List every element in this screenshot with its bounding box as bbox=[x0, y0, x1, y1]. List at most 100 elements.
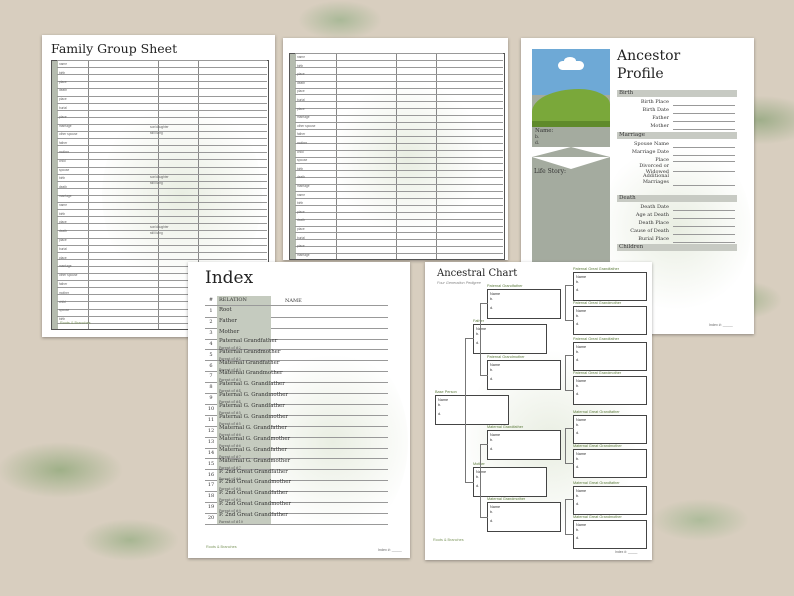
field-born: b. bbox=[490, 438, 494, 442]
field-died: d. bbox=[576, 358, 580, 362]
form-field-label: name bbox=[297, 55, 305, 59]
checkbox-label: still living bbox=[150, 231, 163, 235]
form-field-label: child bbox=[297, 149, 304, 154]
profile-field-line bbox=[673, 113, 735, 114]
form-row-line bbox=[295, 66, 503, 68]
photo-ground bbox=[532, 121, 610, 127]
form-row-line bbox=[57, 258, 267, 260]
form-row-line bbox=[295, 156, 503, 158]
profile-field-line bbox=[673, 121, 735, 122]
field-died: d. bbox=[476, 484, 480, 488]
form-field-label: child bbox=[59, 299, 66, 304]
form-row-line bbox=[295, 108, 503, 110]
profile-field-label: Death Date bbox=[640, 204, 669, 210]
index-relation: Paternal Grandmother bbox=[219, 348, 281, 355]
great-grandparent-box: Name b. d. bbox=[573, 486, 647, 515]
field-born: b. bbox=[476, 332, 480, 336]
born-label: b. bbox=[535, 135, 540, 140]
checkbox-label: son/daughter bbox=[150, 225, 169, 229]
form-field-label: marriage bbox=[297, 115, 310, 120]
index-header: # RELATION NAME bbox=[205, 296, 388, 306]
form-field-label: marriage bbox=[297, 184, 310, 188]
form-row-line bbox=[295, 122, 503, 123]
field-died: d. bbox=[576, 431, 580, 435]
page-title: Family Group Sheet bbox=[51, 41, 178, 56]
form-field-label: birth bbox=[297, 63, 304, 68]
connector-line bbox=[465, 338, 474, 483]
form-row-line bbox=[57, 152, 267, 154]
form-row-line bbox=[57, 116, 267, 118]
form-row-line bbox=[295, 239, 503, 241]
field-died: d. bbox=[576, 322, 580, 326]
form-field-label: name bbox=[297, 192, 305, 197]
profile-field-line bbox=[673, 161, 735, 162]
form-field-label: death bbox=[297, 80, 305, 85]
connector-line bbox=[480, 444, 488, 518]
field-born: b. bbox=[476, 475, 480, 479]
index-relation: Mother bbox=[219, 328, 240, 335]
index-row-number: 4 bbox=[209, 340, 213, 347]
form-field-label: marriage bbox=[59, 264, 72, 269]
profile-field-line bbox=[673, 155, 735, 156]
index-row: 20 P. 2nd Great Grandfather Parent of #10 bbox=[205, 513, 388, 525]
great-grandparent-box: Name b. d. bbox=[573, 342, 647, 371]
form-row-line bbox=[295, 142, 503, 144]
form-field-label: marriage bbox=[59, 123, 72, 128]
maternal-grandfather-box: Name b. d. bbox=[487, 430, 561, 460]
profile-field-line bbox=[673, 226, 735, 227]
index-row-number: 15 bbox=[207, 460, 215, 467]
index-row-number: 7 bbox=[209, 373, 213, 380]
index-name-cell bbox=[273, 415, 388, 426]
chart-title: Ancestral Chart bbox=[437, 268, 518, 279]
profile-field-label: Death Place bbox=[638, 220, 669, 226]
index-name-cell bbox=[273, 361, 388, 372]
index-relation: Root bbox=[219, 307, 232, 313]
form-field-label: marriage bbox=[59, 194, 72, 198]
profile-field-label: Marriage Date bbox=[631, 149, 669, 155]
index-name-cell bbox=[273, 306, 388, 317]
form-field-label: place bbox=[297, 106, 305, 111]
great-grandparent-box: Name b. d. bbox=[573, 449, 647, 478]
great-grandparent-label: Paternal Great Grandmother bbox=[573, 371, 622, 375]
profile-field-line bbox=[673, 218, 735, 219]
form-field-label: spouse bbox=[59, 308, 70, 313]
field-died: d. bbox=[576, 536, 580, 540]
index-row-number: 20 bbox=[207, 515, 215, 522]
name-label: Name: bbox=[535, 128, 554, 134]
profile-field-line bbox=[673, 129, 735, 130]
index-number: Index #: _____ bbox=[709, 323, 733, 327]
index-relation-parent: Parent of #10 bbox=[219, 520, 243, 525]
form-field-label: mother bbox=[297, 141, 307, 145]
form-row-line bbox=[57, 187, 267, 189]
form-row-line bbox=[295, 204, 503, 206]
field-died: d. bbox=[576, 392, 580, 396]
field-born: b. bbox=[576, 280, 580, 284]
form-field-label: place bbox=[297, 89, 305, 94]
form-row-line bbox=[57, 145, 267, 147]
index-name-cell bbox=[273, 448, 388, 459]
profile-field-label: Mother bbox=[650, 123, 669, 129]
form-row-line bbox=[57, 202, 267, 203]
form-field-label: place bbox=[59, 97, 67, 102]
index-name-cell bbox=[273, 502, 388, 513]
form-row-line bbox=[57, 194, 267, 196]
form-field-label: father bbox=[59, 141, 68, 146]
field-died: d. bbox=[576, 288, 580, 292]
great-grandparent-box: Name b. d. bbox=[573, 520, 647, 549]
form-field-label: spouse bbox=[297, 158, 308, 163]
form-row-line bbox=[57, 95, 267, 97]
form-field-label: place bbox=[59, 79, 67, 84]
form-field-label: death bbox=[297, 175, 305, 180]
index-row-number: 13 bbox=[207, 438, 215, 445]
form-row-line bbox=[295, 149, 503, 151]
field-born: b. bbox=[576, 494, 580, 498]
section-marriage: Marriage bbox=[617, 132, 737, 139]
form-row-line bbox=[295, 73, 503, 75]
chevron-divider bbox=[532, 147, 610, 157]
index-name-cell bbox=[273, 339, 388, 350]
index-row-number: 3 bbox=[209, 329, 213, 336]
form-row-line bbox=[57, 81, 267, 83]
form-row-line bbox=[295, 211, 503, 213]
form-field-label: place bbox=[59, 238, 67, 242]
great-grandparent-box: Name b. d. bbox=[573, 376, 647, 405]
